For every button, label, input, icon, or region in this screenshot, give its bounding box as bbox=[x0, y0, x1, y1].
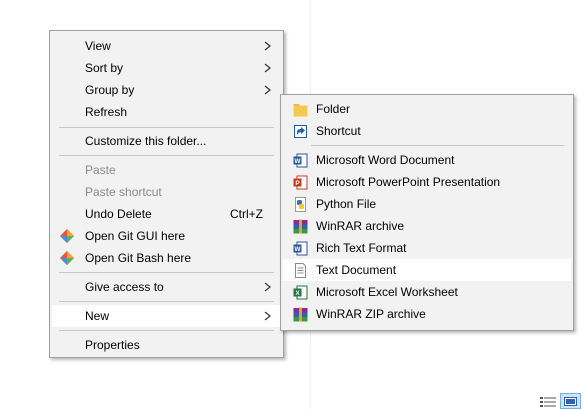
menu-item-label: Refresh bbox=[85, 105, 128, 119]
menu-separator bbox=[59, 155, 274, 156]
menu-item-label: Customize this folder... bbox=[85, 134, 207, 148]
excel-icon: X bbox=[293, 285, 308, 300]
context-menu: View Sort by Group by Refresh Customize … bbox=[49, 30, 284, 358]
menu-item-label: Properties bbox=[85, 338, 140, 352]
menu-item-label: View bbox=[85, 39, 111, 53]
folder-icon bbox=[293, 104, 308, 117]
large-icons-view-icon bbox=[564, 397, 577, 406]
submenu-item-python-file[interactable]: Python File bbox=[283, 193, 571, 215]
menu-item-undo-delete[interactable]: Undo Delete Ctrl+Z bbox=[52, 203, 281, 225]
submenu-item-folder[interactable]: Folder bbox=[283, 98, 571, 120]
menu-item-open-git-gui[interactable]: Open Git GUI here bbox=[52, 225, 281, 247]
menu-item-sort-by[interactable]: Sort by bbox=[52, 57, 281, 79]
submenu-item-text-document[interactable]: Text Document bbox=[283, 259, 571, 281]
menu-item-label: Undo Delete bbox=[85, 207, 152, 221]
submenu-item-rich-text[interactable]: W Rich Text Format bbox=[283, 237, 571, 259]
svg-text:P: P bbox=[295, 180, 300, 187]
menu-item-customize-folder[interactable]: Customize this folder... bbox=[52, 130, 281, 152]
submenu-item-winrar-zip[interactable]: WinRAR ZIP archive bbox=[283, 303, 571, 325]
chevron-right-icon bbox=[264, 63, 271, 73]
shortcut-icon bbox=[294, 125, 307, 138]
submenu-item-label: Microsoft PowerPoint Presentation bbox=[316, 175, 501, 189]
menu-item-refresh[interactable]: Refresh bbox=[52, 101, 281, 123]
menu-separator bbox=[59, 330, 274, 331]
python-file-icon bbox=[295, 197, 306, 212]
chevron-right-icon bbox=[264, 311, 271, 321]
menu-item-paste-shortcut[interactable]: Paste shortcut bbox=[52, 181, 281, 203]
menu-item-group-by[interactable]: Group by bbox=[52, 79, 281, 101]
submenu-item-label: Folder bbox=[316, 102, 351, 116]
git-gui-icon bbox=[60, 229, 74, 243]
svg-text:X: X bbox=[295, 290, 300, 297]
details-view-icon[interactable] bbox=[540, 396, 556, 408]
menu-item-paste[interactable]: Paste bbox=[52, 159, 281, 181]
chevron-right-icon bbox=[264, 85, 271, 95]
rich-text-icon: W bbox=[293, 241, 308, 256]
submenu-item-word-document[interactable]: W Microsoft Word Document bbox=[283, 149, 571, 171]
text-document-icon bbox=[295, 263, 306, 278]
submenu-item-label: Python File bbox=[316, 197, 377, 211]
menu-separator bbox=[59, 272, 274, 273]
menu-item-label: Sort by bbox=[85, 61, 124, 75]
submenu-item-winrar-archive[interactable]: WinRAR archive bbox=[283, 215, 571, 237]
view-toggle-group bbox=[538, 393, 585, 409]
submenu-item-label: Shortcut bbox=[316, 124, 361, 138]
menu-item-properties[interactable]: Properties bbox=[52, 334, 281, 356]
menu-item-label: New bbox=[85, 309, 110, 323]
large-icons-view-button[interactable] bbox=[560, 393, 581, 409]
menu-item-new[interactable]: New bbox=[52, 305, 281, 327]
submenu-item-label: Rich Text Format bbox=[316, 241, 407, 255]
menu-item-view[interactable]: View bbox=[52, 35, 281, 57]
menu-item-give-access[interactable]: Give access to bbox=[52, 276, 281, 298]
submenu-item-label: WinRAR ZIP archive bbox=[316, 307, 426, 321]
menu-separator bbox=[311, 145, 564, 146]
submenu-item-label: Microsoft Excel Worksheet bbox=[316, 285, 458, 299]
submenu-item-label: Text Document bbox=[316, 263, 397, 277]
menu-item-open-git-bash[interactable]: Open Git Bash here bbox=[52, 247, 281, 269]
winrar-icon bbox=[293, 219, 308, 234]
word-document-icon: W bbox=[293, 153, 308, 168]
menu-item-label: Give access to bbox=[85, 280, 164, 294]
winrar-zip-icon bbox=[293, 307, 308, 322]
chevron-right-icon bbox=[264, 41, 271, 51]
menu-item-label: Group by bbox=[85, 83, 135, 97]
menu-item-label: Open Git GUI here bbox=[85, 229, 186, 243]
svg-text:W: W bbox=[294, 246, 301, 253]
svg-text:W: W bbox=[294, 158, 301, 165]
chevron-right-icon bbox=[264, 282, 271, 292]
menu-item-shortcut: Ctrl+Z bbox=[230, 207, 263, 221]
submenu-item-label: Microsoft Word Document bbox=[316, 153, 455, 167]
submenu-item-label: WinRAR archive bbox=[316, 219, 405, 233]
powerpoint-icon: P bbox=[293, 175, 308, 190]
menu-separator bbox=[59, 301, 274, 302]
menu-item-label: Paste shortcut bbox=[85, 185, 162, 199]
new-submenu: Folder Shortcut W Microsoft Word Documen… bbox=[280, 94, 574, 331]
menu-item-label: Open Git Bash here bbox=[85, 251, 192, 265]
submenu-item-powerpoint[interactable]: P Microsoft PowerPoint Presentation bbox=[283, 171, 571, 193]
git-bash-icon bbox=[60, 251, 74, 265]
submenu-item-excel-worksheet[interactable]: X Microsoft Excel Worksheet bbox=[283, 281, 571, 303]
menu-item-label: Paste bbox=[85, 163, 116, 177]
submenu-item-shortcut[interactable]: Shortcut bbox=[283, 120, 571, 142]
menu-separator bbox=[59, 127, 274, 128]
